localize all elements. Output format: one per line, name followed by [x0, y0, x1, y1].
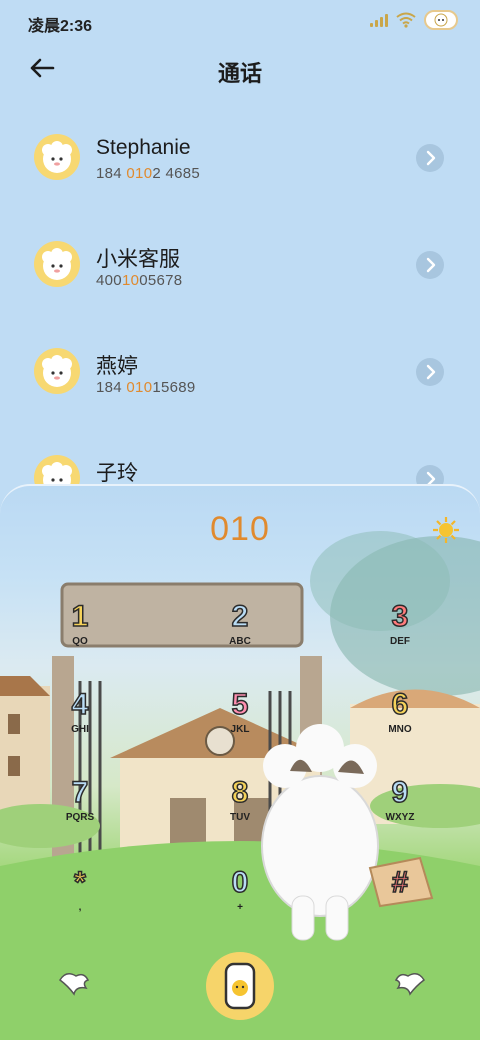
contact-row[interactable]: Stephanie 184 0102 4685 — [0, 110, 480, 210]
contact-row[interactable]: 燕婷 184 01015689 — [0, 324, 480, 424]
chevron-right-icon — [426, 257, 436, 273]
key-digit: 7 — [71, 775, 89, 810]
page-title: 通话 — [217, 61, 262, 86]
signal-icon — [370, 13, 388, 27]
details-button[interactable] — [416, 251, 444, 279]
key-star[interactable]: * , — [35, 865, 125, 936]
header: 通话 — [0, 50, 480, 90]
call-button[interactable] — [206, 952, 274, 1020]
sheep-avatar — [34, 134, 80, 180]
contact-name: 子玲 — [96, 462, 138, 485]
wing-icon — [394, 973, 425, 996]
chevron-right-icon — [426, 364, 436, 380]
contact-name: 小米客服 — [96, 248, 180, 271]
contact-name: Stephanie — [96, 136, 191, 159]
wifi-icon — [396, 12, 416, 28]
dialed-number: 010 — [210, 510, 270, 548]
phone-sheep-icon — [224, 962, 256, 1010]
key-9[interactable]: 9 WXYZ — [355, 775, 445, 846]
contact-name: 燕婷 — [96, 355, 138, 378]
key-letters: PQRS — [65, 812, 95, 823]
key-digit: 2 — [231, 599, 249, 634]
key-digit: 3 — [391, 599, 409, 634]
battery-icon — [424, 10, 458, 30]
contact-row[interactable]: 小米客服 4001005678 — [0, 217, 480, 317]
key-letters: WXYZ — [385, 812, 415, 823]
dialpad-panel: 010 1 QO 2 ABC 3 DEF 4 GHI 5 JKL 6 MNO 7… — [0, 484, 480, 1040]
key-digit: 6 — [391, 687, 409, 722]
details-button[interactable] — [416, 358, 444, 386]
sheep-avatar — [34, 348, 80, 394]
key-digit: 4 — [71, 687, 89, 722]
key-letters: DEF — [390, 636, 410, 647]
key-digit: 9 — [391, 775, 409, 810]
key-letters: JKL — [230, 724, 250, 735]
key-digit: 5 — [231, 687, 249, 722]
key-3[interactable]: 3 DEF — [355, 599, 445, 670]
wing-icon — [59, 973, 90, 996]
key-1[interactable]: 1 QO — [35, 599, 125, 670]
key-2[interactable]: 2 ABC — [195, 599, 285, 670]
key-letters: , — [78, 902, 82, 913]
key-letters: GHI — [71, 724, 89, 735]
key-digit: 1 — [71, 599, 89, 634]
collapse-keypad-button[interactable] — [56, 968, 92, 998]
status-bar: 凌晨2:36 — [0, 0, 480, 44]
chevron-right-icon — [426, 150, 436, 166]
key-letters: + — [237, 902, 243, 913]
sun-icon[interactable] — [432, 516, 460, 544]
key-digit: # — [391, 865, 409, 900]
sheep-avatar — [34, 241, 80, 287]
key-hash[interactable]: # — [355, 865, 445, 936]
details-button[interactable] — [416, 144, 444, 172]
key-0[interactable]: 0 + — [195, 865, 285, 936]
contact-number: 4001005678 — [96, 272, 183, 289]
key-letters: TUV — [230, 812, 250, 823]
key-digit: 8 — [231, 775, 249, 810]
key-letters: QO — [72, 636, 88, 647]
key-6[interactable]: 6 MNO — [355, 687, 445, 758]
status-icons — [370, 10, 458, 30]
key-5[interactable]: 5 JKL — [195, 687, 285, 758]
key-4[interactable]: 4 GHI — [35, 687, 125, 758]
key-digit: 0 — [231, 865, 249, 900]
key-digit: * — [73, 865, 86, 900]
contact-number: 184 0102 4685 — [96, 165, 201, 182]
key-letters: MNO — [388, 724, 412, 735]
key-letters: ABC — [229, 636, 251, 647]
status-time: 凌晨2:36 — [28, 18, 93, 35]
key-8[interactable]: 8 TUV — [195, 775, 285, 846]
key-7[interactable]: 7 PQRS — [35, 775, 125, 846]
menu-button[interactable] — [392, 968, 428, 998]
contact-number: 184 01015689 — [96, 379, 196, 396]
